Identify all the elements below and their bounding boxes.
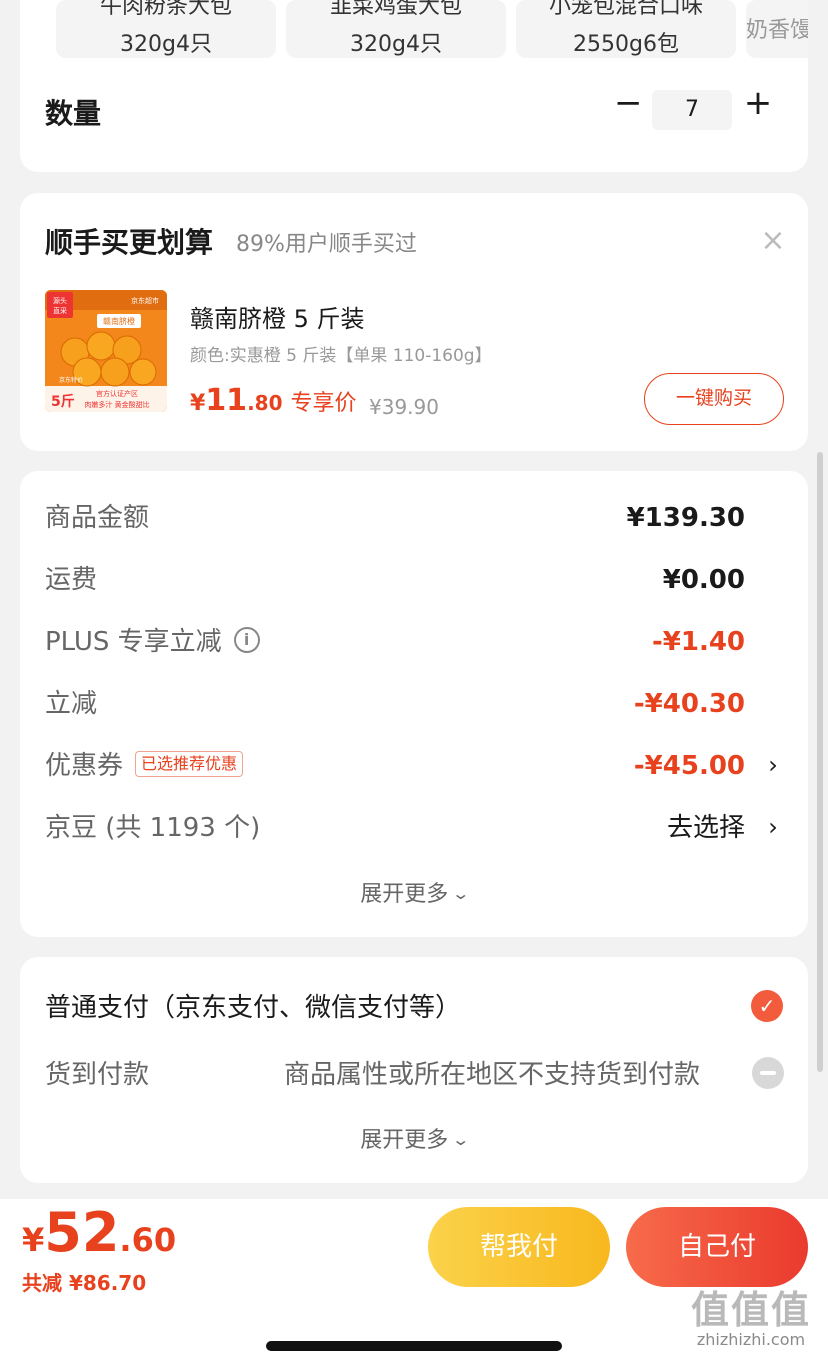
- row-value: -¥40.30: [633, 689, 745, 719]
- watermark-logo: 值值值 zhizhizhi.com: [676, 1279, 826, 1349]
- pay-myself-button[interactable]: 自己付: [626, 1207, 808, 1287]
- row-label: 京豆 (共 1193 个): [45, 813, 261, 843]
- spec-chip-name: 牛肉粉条大包: [99, 0, 232, 19]
- home-indicator[interactable]: [266, 1341, 562, 1351]
- coupon-recommended-badge: 已选推荐优惠: [135, 750, 244, 777]
- spec-chip-weight: 320g4只: [350, 32, 442, 57]
- payment-method-card: 普通支付（京东支付、微信支付等） ✓ 货到付款 商品属性或所在地区不支持货到付款…: [20, 957, 808, 1183]
- original-price: ¥39.90: [369, 395, 439, 419]
- spec-chip-name: 小笼包混合口味: [548, 0, 703, 19]
- payment-option-cod: 货到付款: [45, 1060, 150, 1090]
- row-instant-discount: 立减 -¥40.30: [45, 684, 783, 724]
- one-click-buy-button[interactable]: 一键购买: [644, 373, 784, 425]
- upsell-card: 顺手买更划算 89%用户顺手买过 × 源头 直采 京东超市 赣南脐橙 京东特价 …: [20, 193, 808, 451]
- product-name[interactable]: 赣南脐橙 5 斤装: [190, 299, 365, 334]
- product-price: ¥11.80 专享价: [190, 383, 357, 418]
- row-label: 运费: [45, 565, 98, 595]
- expand-more-label: 展开更多: [360, 882, 449, 907]
- info-icon[interactable]: i: [233, 626, 260, 653]
- spec-quantity-card: 牛肉粉条大包 320g4只 韭菜鸡蛋大包 320g4只 小笼包混合口味 2550…: [20, 0, 808, 172]
- row-label: 优惠券 已选推荐优惠: [45, 746, 244, 786]
- row-label: 商品金额: [45, 503, 150, 533]
- spec-chip-name: 韭菜鸡蛋大包: [329, 0, 462, 19]
- total-decimal: .60: [119, 1221, 177, 1259]
- spec-chip-name: 奶香馒: [746, 18, 808, 43]
- price-integer: 11: [205, 383, 248, 418]
- close-icon[interactable]: ×: [758, 226, 788, 257]
- cod-unavailable-note: 商品属性或所在地区不支持货到付款: [284, 1060, 701, 1090]
- product-image-navel-orange[interactable]: 源头 直采 京东超市 赣南脐橙 京东特价 5斤 官方认证产区 肉嫩多汁 黄金酸甜…: [45, 290, 167, 412]
- help-me-pay-button[interactable]: 帮我付: [428, 1207, 610, 1287]
- quantity-label: 数量: [45, 97, 102, 130]
- badge-text: 直采: [53, 306, 67, 315]
- slogan-text: 肉嫩多汁 黄金酸甜比: [84, 400, 149, 409]
- row-shipping: 运费 ¥0.00: [45, 560, 783, 600]
- row-jingdou[interactable]: 京豆 (共 1193 个) 去选择 ›: [45, 808, 783, 848]
- expand-more-label: 展开更多: [360, 1128, 449, 1153]
- spec-chip-weight: 320g4只: [120, 32, 212, 57]
- badge-text: 源头: [53, 296, 67, 305]
- upsell-subtitle: 89%用户顺手买过: [236, 232, 417, 257]
- checkmark-icon[interactable]: ✓: [751, 990, 783, 1022]
- row-value: ¥139.30: [626, 503, 745, 533]
- row-value: ¥0.00: [662, 565, 745, 595]
- total-currency: ¥: [22, 1221, 45, 1259]
- spec-chip-milk-bun[interactable]: 奶香馒: [746, 0, 808, 58]
- price-currency: ¥: [190, 391, 206, 416]
- spec-chip-beef[interactable]: 牛肉粉条大包 320g4只: [56, 0, 276, 58]
- chevron-right-icon[interactable]: ›: [763, 808, 783, 846]
- orange-box-illustration: 源头 直采 京东超市 赣南脐橙 京东特价 5斤 官方认证产区 肉嫩多汁 黄金酸甜…: [45, 290, 167, 412]
- row-value: -¥1.40: [651, 627, 745, 657]
- spec-chip-row: 牛肉粉条大包 320g4只 韭菜鸡蛋大包 320g4只 小笼包混合口味 2550…: [56, 0, 808, 58]
- row-value[interactable]: 去选择: [667, 808, 745, 848]
- row-goods-amount: 商品金额 ¥139.30: [45, 498, 783, 538]
- price-decimal: .80: [247, 391, 283, 415]
- upsell-title: 顺手买更划算: [45, 226, 214, 259]
- row-label: 立减: [45, 689, 98, 719]
- scrollbar[interactable]: [817, 452, 823, 1072]
- chevron-down-icon: ⌄: [451, 1130, 471, 1149]
- chevron-down-icon: ⌄: [451, 884, 471, 903]
- cert-text: 官方认证产区: [96, 389, 138, 398]
- price-summary-card: 商品金额 ¥139.30 运费 ¥0.00 PLUS 专享立减 i -¥1.40 …: [20, 471, 808, 937]
- total-saved: 共减 ¥86.70: [22, 1271, 147, 1295]
- brand-text: 赣南脐橙: [103, 316, 135, 326]
- product-spec: 颜色:实惠橙 5 斤装【单果 110-160g】: [190, 346, 492, 366]
- corner-text: 京东超市: [131, 296, 159, 305]
- quantity-minus-button[interactable]: −: [614, 84, 643, 124]
- spec-chip-leek-egg[interactable]: 韭菜鸡蛋大包 320g4只: [286, 0, 506, 58]
- price-tag: 专享价: [290, 391, 357, 416]
- total-integer: 52: [44, 1201, 120, 1264]
- payment-option-online[interactable]: 普通支付（京东支付、微信支付等）: [45, 987, 461, 1024]
- expand-more-link[interactable]: 展开更多 ⌄: [20, 1122, 808, 1154]
- chevron-right-icon[interactable]: ›: [763, 746, 783, 784]
- row-label-text: PLUS 专享立减: [45, 627, 222, 657]
- row-plus-discount: PLUS 专享立减 i -¥1.40: [45, 622, 783, 662]
- tag-text: 京东特价: [59, 376, 83, 384]
- row-coupon[interactable]: 优惠券 已选推荐优惠 -¥45.00 ›: [45, 746, 783, 786]
- row-label: PLUS 专享立减 i: [45, 622, 260, 662]
- quantity-plus-button[interactable]: +: [742, 84, 774, 124]
- watermark-text: 值值值: [690, 1288, 811, 1332]
- total-price: ¥52.60: [22, 1201, 176, 1264]
- spec-chip-weight: 2550g6包: [573, 32, 679, 57]
- spec-chip-xiaolongbao[interactable]: 小笼包混合口味 2550g6包: [516, 0, 736, 58]
- row-label-text: 优惠券: [45, 751, 124, 781]
- quantity-input[interactable]: 7: [652, 90, 732, 130]
- weight-text: 5斤: [51, 393, 75, 410]
- expand-more-link[interactable]: 展开更多 ⌄: [20, 876, 808, 908]
- checkout-bar: ¥52.60 共减 ¥86.70 帮我付 自己付 值值值 zhizhizhi.c…: [0, 1199, 828, 1367]
- row-value: -¥45.00: [633, 751, 745, 781]
- disabled-minus-icon: [752, 1057, 784, 1089]
